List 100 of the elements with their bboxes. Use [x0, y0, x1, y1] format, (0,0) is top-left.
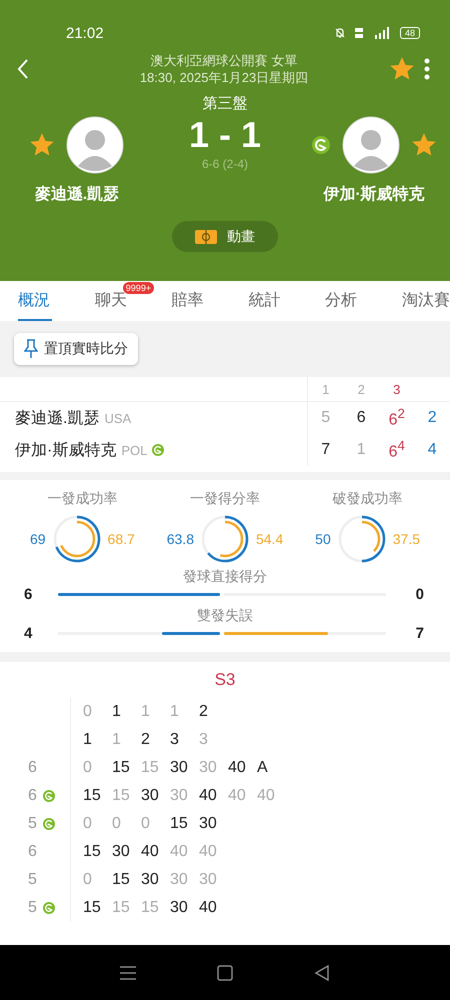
point-score: 40 [228, 787, 247, 805]
star-icon[interactable] [412, 133, 436, 157]
player-name: 麥迪遜.凱瑟 [34, 184, 120, 205]
point-score: 30 [141, 871, 160, 889]
home-value: 4 [23, 625, 34, 642]
point-score: 3 [170, 731, 180, 749]
match-date: 18:30, 2025年1月23日星期四 [140, 69, 308, 86]
stat-label: 一發得分率 [190, 490, 260, 508]
games-count: 5 [28, 899, 37, 917]
set-title: S3 [214, 670, 236, 690]
home-value: 6 [23, 586, 34, 603]
games-count: 6 [28, 843, 37, 861]
avatar-icon [66, 116, 124, 174]
star-icon[interactable] [30, 133, 54, 157]
point-score: 15 [112, 871, 131, 889]
set-score: 5 [320, 409, 332, 427]
ring-chart [52, 514, 102, 564]
ring-chart [200, 514, 250, 564]
stat-label: 發球直接得分 [183, 568, 267, 586]
point-score: 30 [170, 871, 189, 889]
competition-title: 澳大利亞網球公開賽 女單 [150, 52, 298, 69]
point-score: 1 [112, 731, 122, 749]
games-count: 6 [28, 759, 37, 777]
point-score: 1 [170, 703, 180, 721]
point-score: 15 [83, 787, 102, 805]
player-name: 伊加·斯威特克 [323, 184, 425, 205]
point-score: 30 [141, 787, 160, 805]
tab[interactable]: 淘汰賽 [402, 281, 450, 321]
point-score: 40 [170, 843, 189, 861]
stat-label: 一發成功率 [47, 490, 118, 508]
home-icon[interactable] [216, 964, 233, 980]
point-score: 40 [199, 899, 218, 917]
ring-chart [336, 514, 387, 564]
point-score: 15 [83, 899, 102, 917]
point-score: 2 [141, 731, 151, 749]
set-score: 6$^{2}$ [388, 406, 406, 430]
away-value: 54.4 [256, 531, 284, 547]
home-value: 69 [30, 531, 46, 547]
set-label: 第三盤 [202, 94, 248, 113]
home-value: 63.8 [166, 531, 194, 547]
court-icon [195, 230, 217, 244]
point-score: 0 [83, 703, 93, 721]
point-score: 15 [112, 899, 131, 917]
point-score: 30 [170, 787, 189, 805]
point-score: 15 [83, 843, 102, 861]
point-score: 30 [199, 871, 218, 889]
animation-button[interactable]: 動畫 [172, 221, 278, 252]
point-score: 40 [257, 787, 276, 805]
star-icon[interactable] [390, 57, 414, 81]
point-score: 30 [199, 759, 218, 777]
pin-score-button[interactable]: 置頂實時比分 [14, 333, 138, 365]
point-score: 15 [112, 759, 131, 777]
tab[interactable]: 賠率 [172, 281, 248, 321]
set-column-header: 3 [392, 382, 402, 396]
set-score: 6$^{4}$ [388, 438, 406, 462]
point-score: 30 [170, 759, 189, 777]
home-value: 50 [315, 531, 331, 547]
point-score: 1 [141, 703, 151, 721]
menu-icon[interactable] [120, 966, 136, 980]
volte-icon [354, 27, 364, 39]
point-score: 0 [83, 759, 93, 777]
tab[interactable]: 概況 [18, 281, 95, 321]
point-score: 3 [199, 731, 209, 749]
point-score: 40 [141, 843, 160, 861]
point-score: A [257, 759, 269, 777]
point-score: 0 [83, 815, 93, 833]
point-score: 0 [112, 815, 122, 833]
country-code: USA [104, 410, 132, 426]
set-score: 6 [356, 409, 367, 427]
game-points: 4 [426, 441, 438, 459]
tab[interactable]: 分析 [325, 281, 402, 321]
clock: 21:02 [66, 24, 104, 42]
match-score: 1 - 1 [188, 113, 262, 157]
set-column-header: 1 [321, 382, 330, 396]
tab[interactable]: 統計 [248, 281, 326, 321]
tab[interactable]: 聊天 9999+ [94, 281, 172, 321]
player-name: 麥迪遜.凱瑟 [15, 408, 100, 428]
point-score: 15 [170, 815, 189, 833]
point-score: 15 [112, 787, 131, 805]
point-score: 1 [112, 703, 122, 721]
back-icon[interactable] [314, 964, 330, 980]
point-score: 0 [83, 871, 93, 889]
player-name: 伊加·斯威特克 [15, 440, 116, 460]
pin-icon [24, 339, 38, 359]
games-count: 5 [28, 871, 37, 889]
game-points: 2 [426, 409, 438, 427]
away-value: 37.5 [392, 531, 420, 547]
point-score: 30 [112, 843, 131, 861]
point-score: 15 [141, 899, 160, 917]
away-value: 0 [414, 586, 425, 603]
back-icon[interactable] [16, 58, 30, 80]
stat-label: 破發成功率 [332, 490, 403, 508]
point-score: 0 [141, 815, 151, 833]
set-score: 7 [320, 441, 332, 459]
count-badge: 9999+ [122, 282, 154, 294]
bell-off-icon [334, 27, 346, 39]
point-score: 30 [199, 815, 218, 833]
point-score: 40 [199, 843, 218, 861]
stat-label: 雙發失誤 [197, 607, 253, 625]
menu-icon[interactable] [424, 57, 430, 81]
